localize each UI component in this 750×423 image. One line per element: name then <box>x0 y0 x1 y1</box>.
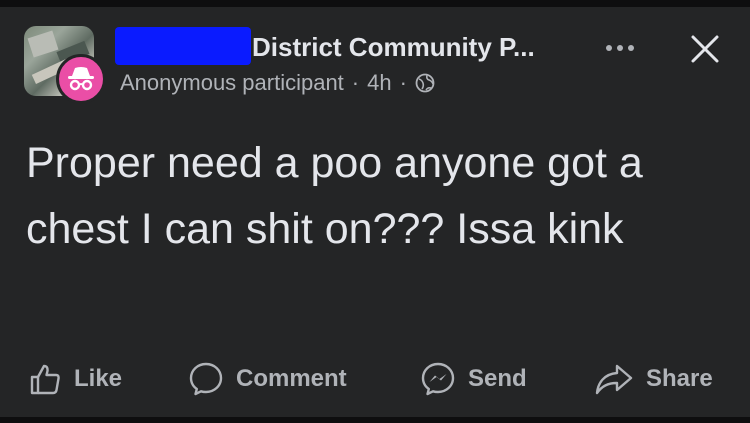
post-meta: Anonymous participant · 4h · <box>120 70 435 96</box>
close-icon <box>691 35 719 63</box>
thumbs-up-icon <box>30 364 60 395</box>
more-options-button[interactable] <box>600 36 640 60</box>
comment-button[interactable]: Comment <box>188 355 347 403</box>
meta-separator-2: · <box>399 70 407 95</box>
redaction-block <box>115 27 251 65</box>
author-name[interactable]: Anonymous participant <box>120 70 344 96</box>
like-button[interactable]: Like <box>28 355 122 403</box>
bottom-border <box>0 417 750 423</box>
post-action-bar: Like Comment Send Share <box>0 355 750 403</box>
share-label: Share <box>646 365 713 392</box>
top-border <box>0 0 750 7</box>
meta-separator: · <box>351 70 360 95</box>
send-button[interactable]: Send <box>420 355 527 403</box>
globe-icon <box>415 73 435 93</box>
group-avatar[interactable] <box>24 26 110 104</box>
messenger-icon <box>421 362 455 396</box>
post-time[interactable]: 4h <box>367 70 391 96</box>
comment-label: Comment <box>236 365 347 392</box>
post-body-text: Proper need a poo anyone got a chest I c… <box>26 139 643 253</box>
group-name-link[interactable]: District Community P... <box>252 32 535 63</box>
incognito-icon <box>56 54 106 104</box>
send-label: Send <box>468 365 527 392</box>
close-button[interactable] <box>690 34 720 64</box>
more-horizontal-icon <box>606 45 612 51</box>
like-label: Like <box>74 365 123 392</box>
share-arrow-icon <box>595 364 633 395</box>
comment-icon <box>189 362 223 396</box>
share-button[interactable]: Share <box>594 355 713 403</box>
